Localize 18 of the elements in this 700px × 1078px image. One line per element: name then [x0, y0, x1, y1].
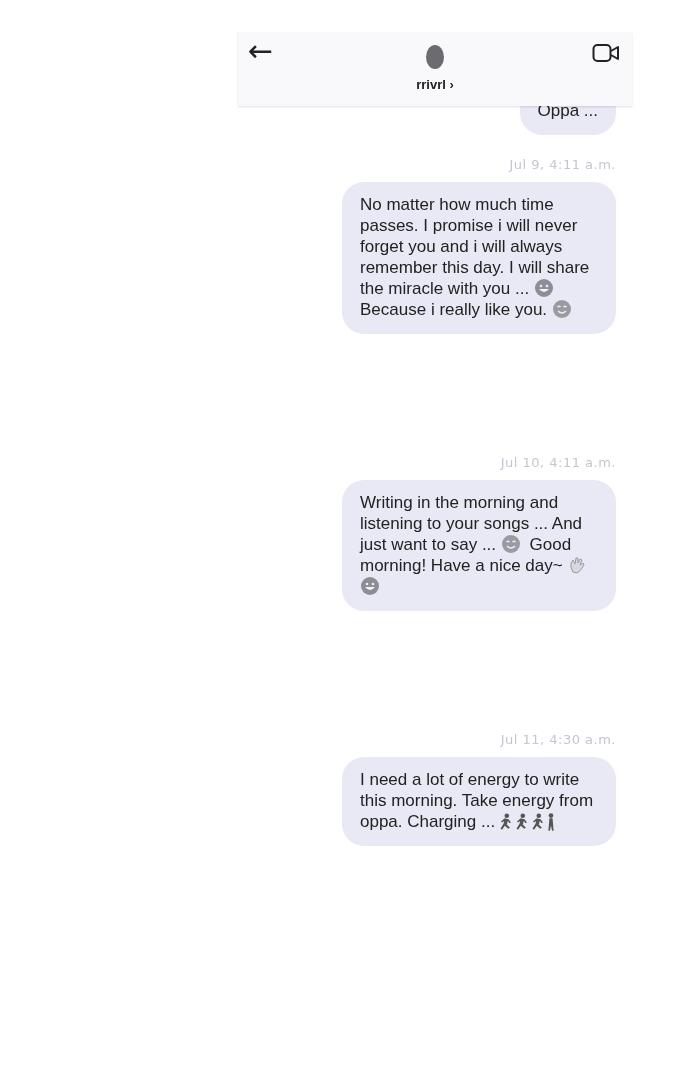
grinning-face-icon	[360, 576, 380, 596]
avatar-icon[interactable]	[423, 42, 447, 70]
smiling-face-icon	[500, 534, 521, 554]
message-timestamp: Jul 9, 4:11 a.m.	[509, 157, 616, 172]
message-timestamp: Jul 10, 4:11 a.m.	[500, 455, 616, 470]
walking-figure-icon	[547, 813, 554, 831]
contact-name[interactable]: rrivrl ›	[416, 77, 454, 92]
running-figure-icon	[499, 813, 512, 831]
grinning-face-icon	[533, 278, 554, 298]
video-call-icon[interactable]	[592, 42, 620, 64]
smiling-face-icon	[551, 299, 572, 319]
running-figure-icon	[531, 813, 544, 831]
message-timestamp: Jul 11, 4:30 a.m.	[500, 732, 616, 747]
message-bubble: No matter how much time passes. I promise i will never forget you and i will always remember this day. I will share the miracle with you ... Because i really like you.	[342, 182, 616, 334]
message-bubble: I need a lot of energy to write this morning. Take energy from oppa. Charging ...	[342, 757, 616, 846]
running-figure-icon	[515, 813, 528, 831]
message-bubble: Writing in the morning and listening to your songs ... And just want to say ... Good morning! Have a nice day~	[342, 480, 616, 611]
back-button[interactable]: ←	[248, 36, 274, 66]
